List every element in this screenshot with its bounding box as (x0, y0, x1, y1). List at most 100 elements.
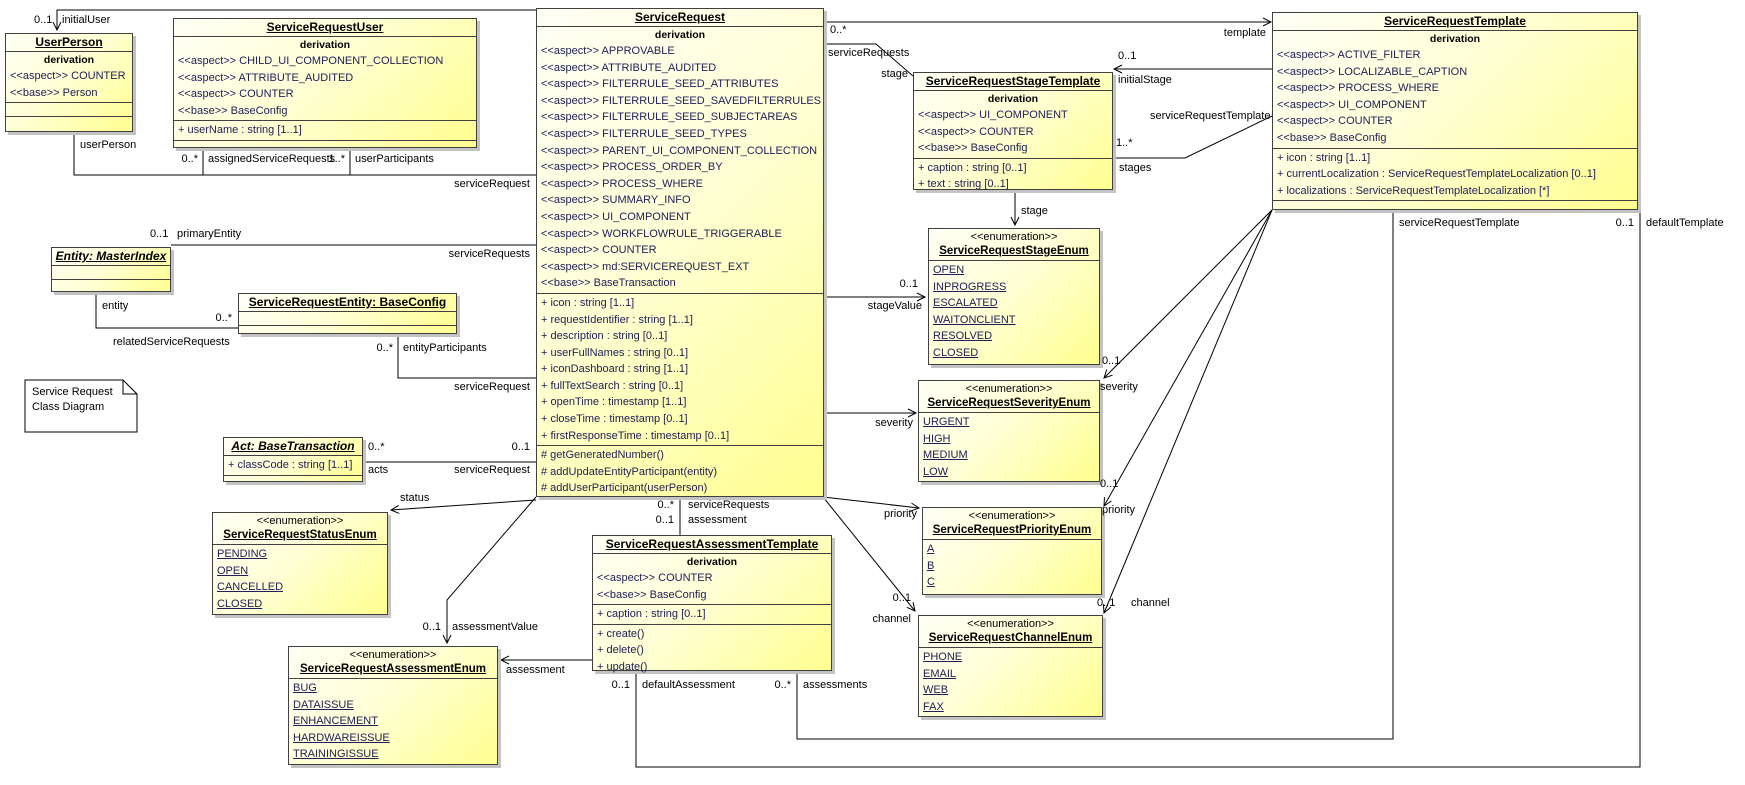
class-title: ServiceRequestEntity: BaseConfig (239, 294, 456, 312)
class-title: ServiceRequestUser (174, 19, 476, 37)
label-stage: stage (881, 68, 908, 81)
label-assessmentValue-mult: 0..1 (423, 621, 441, 634)
enum-servicerequeststatusenum[interactable]: <<enumeration>> ServiceRequestStatusEnum… (212, 512, 388, 615)
member-row: + requestIdentifier : string [1..1] (537, 312, 823, 329)
label-acts-serviceRequest: serviceRequest (454, 464, 530, 477)
attributes-section (6, 103, 132, 117)
member-row: + currentLocalization : ServiceRequestTe… (1273, 166, 1637, 183)
member-row: FAX (919, 699, 1102, 716)
label-channel-right: channel (1131, 597, 1170, 610)
uml-class-diagram: Service Request Class Diagram UserPerson… (0, 0, 1745, 785)
enum-title: ServiceRequestAssessmentEnum (291, 662, 495, 677)
label-serviceRequest: serviceRequest (454, 178, 530, 191)
member-row: HARDWAREISSUE (289, 730, 497, 747)
member-row: <<base>> BaseConfig (174, 103, 476, 120)
member-row: <<aspect>> md:SERVICEREQUEST_EXT (537, 259, 823, 276)
label-entityParticipants-mult: 0..* (376, 342, 393, 355)
member-row: <<aspect>> UI_COMPONENT (914, 107, 1112, 124)
enum-servicerequestseverityenum[interactable]: <<enumeration>> ServiceRequestSeverityEn… (918, 380, 1100, 482)
member-row: + firstResponseTime : timestamp [0..1] (537, 428, 823, 445)
label-primaryEntity-mult: 0..1 (150, 228, 168, 241)
enum-values: PHONEEMAILWEBFAX (919, 648, 1102, 716)
member-row: + caption : string [0..1] (593, 606, 831, 623)
member-row: <<aspect>> PROCESS_ORDER_BY (537, 159, 823, 176)
assoc-severity-template (1104, 210, 1272, 378)
attributes-section: + caption : string [0..1]+ text : string… (914, 159, 1112, 189)
member-row: <<base>> BaseTransaction (537, 275, 823, 292)
label-defaultAssessment: defaultAssessment (642, 679, 735, 692)
label-stages-mult: 1..* (1116, 137, 1133, 150)
member-row: C (923, 574, 1101, 591)
class-userperson[interactable]: UserPerson derivation <<aspect>> COUNTER… (5, 33, 133, 132)
label-defaultTemplate: defaultTemplate (1646, 217, 1724, 230)
assoc-priority (823, 497, 919, 508)
member-row: INPROGRESS (929, 279, 1099, 296)
enum-servicerequestassessmentenum[interactable]: <<enumeration>> ServiceRequestAssessment… (288, 646, 498, 765)
member-row: <<aspect>> FILTERRULE_SEED_TYPES (537, 126, 823, 143)
member-row: <<aspect>> FILTERRULE_SEED_SAVEDFILTERRU… (537, 93, 823, 110)
label-stageValue-mult: 0..1 (900, 278, 918, 291)
enum-servicerequeststageenum[interactable]: <<enumeration>> ServiceRequestStageEnum … (928, 228, 1100, 365)
operations-section (1273, 201, 1637, 214)
member-row: <<base>> BaseConfig (1273, 130, 1637, 147)
class-title: ServiceRequest (537, 9, 823, 27)
label-serviceRequestTemplate: serviceRequestTemplate (1150, 110, 1270, 123)
class-servicerequest[interactable]: ServiceRequest derivation <<aspect>> APP… (536, 8, 824, 497)
member-row: + openTime : timestamp [1..1] (537, 394, 823, 411)
member-row: URGENT (919, 414, 1099, 431)
member-row: <<aspect>> SUMMARY_INFO (537, 192, 823, 209)
attributes-section: + icon : string [1..1]+ currentLocalizat… (1273, 149, 1637, 202)
label-initialUser: initialUser (62, 14, 110, 27)
member-row: <<aspect>> CHILD_UI_COMPONENT_COLLECTION (174, 53, 476, 70)
attributes-section: + userName : string [1..1] (174, 121, 476, 141)
enumeration-stereotype: <<enumeration>> (291, 649, 495, 662)
class-servicerequestuser[interactable]: ServiceRequestUser derivation <<aspect>>… (173, 18, 477, 148)
member-row: + delete() (593, 642, 831, 659)
member-row: + caption : string [0..1] (914, 160, 1112, 177)
label-srAssess-serviceRequests: serviceRequests (688, 499, 769, 512)
label-channel-mult: 0..1 (893, 592, 911, 605)
member-row: <<aspect>> APPROVABLE (537, 43, 823, 60)
operations-section: + create()+ delete()+ update() (593, 625, 831, 670)
enum-values: BUGDATAISSUEENHANCEMENTHARDWAREISSUETRAI… (289, 679, 497, 764)
member-row: <<aspect>> UI_COMPONENT (1273, 97, 1637, 114)
stereotype-list: <<aspect>> COUNTER<<base>> Person (6, 68, 132, 101)
class-servicerequestentity[interactable]: ServiceRequestEntity: BaseConfig (238, 293, 457, 334)
member-row: MEDIUM (919, 447, 1099, 464)
label-stage-vertical: stage (1021, 205, 1048, 218)
enum-title: ServiceRequestChannelEnum (921, 631, 1100, 646)
enum-values: ABC (923, 540, 1101, 594)
enum-servicerequestpriorityenum[interactable]: <<enumeration>> ServiceRequestPriorityEn… (922, 507, 1102, 595)
member-row: + icon : string [1..1] (537, 295, 823, 312)
operations-section (239, 326, 456, 339)
class-act-basetransaction[interactable]: Act: BaseTransaction + classCode : strin… (223, 437, 363, 482)
label-assignedServiceRequests: assignedServiceRequests (208, 153, 335, 166)
class-entity-masterindex[interactable]: Entity: MasterIndex (51, 247, 171, 292)
member-row: <<aspect>> PROCESS_WHERE (1273, 80, 1637, 97)
label-priority: priority (884, 508, 917, 521)
label-userParticipants: userParticipants (355, 153, 434, 166)
member-row: <<aspect>> COUNTER (537, 242, 823, 259)
member-row: CANCELLED (213, 579, 387, 596)
member-row: <<aspect>> FILTERRULE_SEED_ATTRIBUTES (537, 76, 823, 93)
class-servicerequeststagetemplate[interactable]: ServiceRequestStageTemplate derivation <… (913, 72, 1113, 190)
member-row: <<aspect>> FILTERRULE_SEED_SUBJECTAREAS (537, 109, 823, 126)
member-row: <<aspect>> UI_COMPONENT (537, 209, 823, 226)
class-title: ServiceRequestTemplate (1273, 13, 1637, 31)
stereotype-list: <<aspect>> ACTIVE_FILTER<<aspect>> LOCAL… (1273, 47, 1637, 147)
operations-section (6, 117, 132, 131)
attributes-section: + classCode : string [1..1] (224, 456, 362, 476)
member-row: + userName : string [1..1] (174, 122, 476, 139)
member-row: + update() (593, 659, 831, 676)
member-row: + userFullNames : string [0..1] (537, 345, 823, 362)
member-row: TRAININGISSUE (289, 746, 497, 763)
derivation-label: derivation (1273, 32, 1637, 47)
class-servicerequesttemplate[interactable]: ServiceRequestTemplate derivation <<aspe… (1272, 12, 1638, 210)
class-servicerequestassessmenttemplate[interactable]: ServiceRequestAssessmentTemplate derivat… (592, 535, 832, 671)
class-title: ServiceRequestStageTemplate (914, 73, 1112, 91)
enum-servicerequestchannelenum[interactable]: <<enumeration>> ServiceRequestChannelEnu… (918, 615, 1103, 717)
member-row: <<aspect>> COUNTER (174, 86, 476, 103)
derivation-label: derivation (174, 38, 476, 53)
member-row: OPEN (929, 262, 1099, 279)
enum-title: ServiceRequestStatusEnum (215, 528, 385, 543)
